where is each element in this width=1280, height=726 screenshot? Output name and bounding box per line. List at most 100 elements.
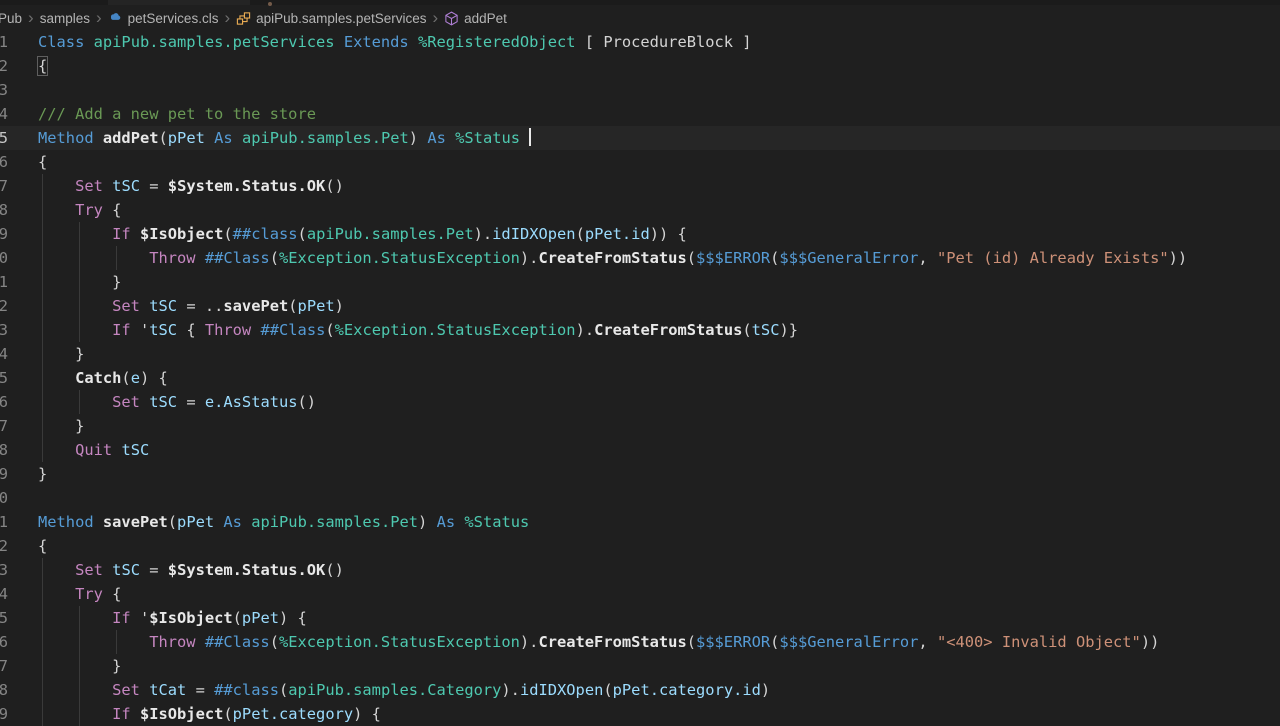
breadcrumb: Pub › samples › petServices.cls › apiPub.sampl…: [0, 5, 507, 31]
file-objectscript-icon: [108, 11, 123, 26]
code-line-text: {: [36, 56, 49, 76]
chevron-right-icon: ›: [224, 7, 231, 27]
code-line[interactable]: 20: [0, 486, 1280, 510]
breadcrumb-item-label: apiPub.samples.petServices: [256, 10, 427, 26]
line-number[interactable]: 6: [0, 150, 8, 174]
code-line-text: }: [38, 417, 85, 435]
code-line-text: /// Add a new pet to the store: [38, 105, 316, 123]
code-line[interactable]: 5 Method addPet(pPet As apiPub.samples.Pe…: [0, 126, 1280, 150]
code-line[interactable]: 8 Try {: [0, 198, 1280, 222]
code-line-text: If $IsObject(pPet.category) {: [112, 705, 381, 723]
line-number[interactable]: 5: [0, 126, 8, 150]
line-number[interactable]: 10: [0, 246, 8, 270]
code-line[interactable]: 14 }: [0, 342, 1280, 366]
code-line[interactable]: 18 Quit tSC: [0, 438, 1280, 462]
code-line[interactable]: 6{: [0, 150, 1280, 174]
breadcrumb-item-addpet[interactable]: addPet: [444, 11, 507, 26]
breadcrumb-item-samples[interactable]: samples: [40, 11, 90, 26]
code-line-text: }: [38, 657, 122, 675]
line-number[interactable]: 12: [0, 294, 8, 318]
breadcrumb-item-apipub-samples-petservices[interactable]: apiPub.samples.petServices: [236, 11, 426, 26]
line-number[interactable]: 13: [0, 318, 8, 342]
code-line[interactable]: 29 If $IsObject(pPet.category) {: [0, 702, 1280, 726]
line-number[interactable]: 19: [0, 462, 8, 486]
code-line-text: If '$IsObject(pPet) {: [112, 609, 307, 627]
line-number[interactable]: 4: [0, 102, 8, 126]
code-line[interactable]: 13 If 'tSC { Throw ##Class(%Exception.St…: [0, 318, 1280, 342]
code-line[interactable]: 25 If '$IsObject(pPet) {: [0, 606, 1280, 630]
line-number[interactable]: 20: [0, 486, 8, 510]
line-number[interactable]: 25: [0, 606, 8, 630]
code-line[interactable]: 28 Set tCat = ##class(apiPub.samples.Cat…: [0, 678, 1280, 702]
code-line-text: Set tSC = e.AsStatus(): [112, 393, 317, 411]
breadcrumb-item-label: petServices.cls: [127, 10, 219, 26]
code-line-text: }: [38, 465, 48, 483]
line-number[interactable]: 14: [0, 342, 8, 366]
code-line-text: Throw ##Class(%Exception.StatusException…: [149, 633, 1160, 651]
line-number[interactable]: 7: [0, 174, 8, 198]
code-line-text: Set tSC = $System.Status.OK(): [75, 561, 344, 579]
line-number[interactable]: 8: [0, 198, 8, 222]
code-line-text: Set tSC = ..savePet(pPet): [112, 297, 344, 315]
code-line[interactable]: 19}: [0, 462, 1280, 486]
code-line-text: }: [38, 345, 85, 363]
code-editor[interactable]: 1 Class apiPub.samples.petServices Extend…: [0, 30, 1280, 726]
code-line[interactable]: 16 Set tSC = e.AsStatus(): [0, 390, 1280, 414]
code-line-text: If 'tSC { Throw ##Class(%Exception.Statu…: [112, 321, 799, 339]
line-number[interactable]: 1: [0, 30, 8, 54]
breadcrumb-item-label: Pub: [0, 10, 23, 26]
code-line[interactable]: 4 /// Add a new pet to the store: [0, 102, 1280, 126]
code-line-text: Set tCat = ##class(apiPub.samples.Catego…: [112, 681, 771, 699]
code-line[interactable]: 12 Set tSC = ..savePet(pPet): [0, 294, 1280, 318]
line-number[interactable]: 9: [0, 222, 8, 246]
code-line-text: Catch(e) {: [75, 369, 168, 387]
code-line-text: Method savePet(pPet As apiPub.samples.Pe…: [38, 513, 530, 531]
code-line[interactable]: 11 }: [0, 270, 1280, 294]
code-line-text: If $IsObject(##class(apiPub.samples.Pet)…: [112, 225, 687, 243]
code-line-text: {: [38, 153, 48, 171]
code-line-text: {: [38, 537, 48, 555]
code-line-text: Throw ##Class(%Exception.StatusException…: [149, 249, 1188, 267]
code-line[interactable]: 24 Try {: [0, 582, 1280, 606]
code-line[interactable]: 1 Class apiPub.samples.petServices Extend…: [0, 30, 1280, 54]
code-line-text: }: [38, 273, 122, 291]
code-line[interactable]: 2{: [0, 54, 1280, 78]
breadcrumb-item-petservices-cls[interactable]: petServices.cls: [108, 10, 219, 26]
code-line[interactable]: 3: [0, 78, 1280, 102]
code-line[interactable]: 23 Set tSC = $System.Status.OK(): [0, 558, 1280, 582]
code-line[interactable]: 10 Throw ##Class(%Exception.StatusExcept…: [0, 246, 1280, 270]
chevron-right-icon: ›: [95, 7, 102, 27]
line-number[interactable]: 18: [0, 438, 8, 462]
code-line[interactable]: 9 If $IsObject(##class(apiPub.samples.Pe…: [0, 222, 1280, 246]
line-number[interactable]: 29: [0, 702, 8, 726]
code-line[interactable]: 7 Set tSC = $System.Status.OK(): [0, 174, 1280, 198]
line-number[interactable]: 26: [0, 630, 8, 654]
code-line-text: Try {: [75, 201, 122, 219]
line-number[interactable]: 15: [0, 366, 8, 390]
text-cursor: [529, 128, 532, 146]
code-line[interactable]: 22 {: [0, 534, 1280, 558]
line-number[interactable]: 27: [0, 654, 8, 678]
code-line-text: Method addPet(pPet As apiPub.samples.Pet…: [38, 126, 532, 150]
line-number[interactable]: 3: [0, 78, 8, 102]
breadcrumb-item-pub[interactable]: Pub: [0, 11, 22, 26]
line-number[interactable]: 24: [0, 582, 8, 606]
line-number[interactable]: 2: [0, 54, 8, 78]
line-number[interactable]: 23: [0, 558, 8, 582]
line-number[interactable]: 16: [0, 390, 8, 414]
code-line[interactable]: 26 Throw ##Class(%Exception.StatusExcept…: [0, 630, 1280, 654]
code-line[interactable]: 15 Catch(e) {: [0, 366, 1280, 390]
code-line[interactable]: 21 Method savePet(pPet As apiPub.samples.…: [0, 510, 1280, 534]
line-number[interactable]: 28: [0, 678, 8, 702]
code-line[interactable]: 27 }: [0, 654, 1280, 678]
symbol-class-icon: [236, 11, 251, 26]
code-line-text: Set tSC = $System.Status.OK(): [75, 177, 344, 195]
line-number[interactable]: 21: [0, 510, 8, 534]
chevron-right-icon: ›: [28, 7, 34, 27]
line-number[interactable]: 17: [0, 414, 8, 438]
line-number[interactable]: 11: [0, 270, 8, 294]
code-line[interactable]: 17 }: [0, 414, 1280, 438]
line-number[interactable]: 22: [0, 534, 8, 558]
code-line-text: Class apiPub.samples.petServices Extends…: [38, 33, 752, 51]
code-line-text: Try {: [75, 585, 122, 603]
